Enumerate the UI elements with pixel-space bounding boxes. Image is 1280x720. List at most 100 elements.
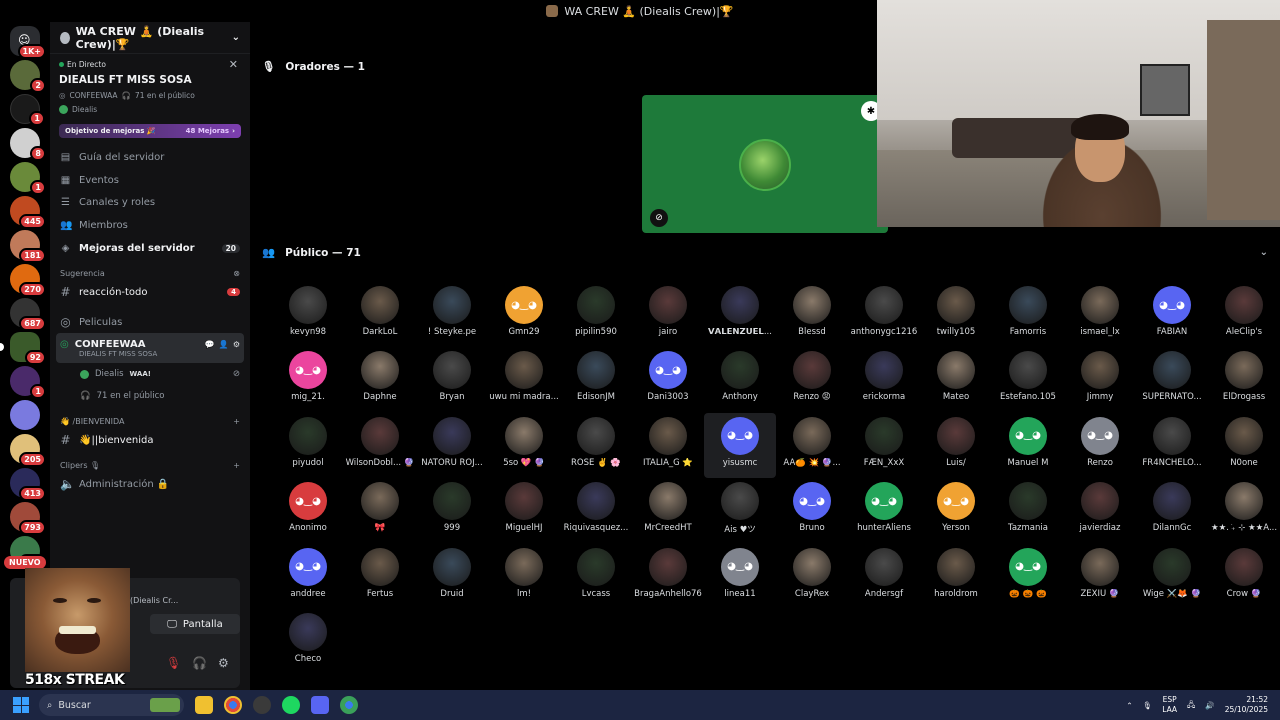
nav-channels-roles[interactable]: ☰ Canales y roles [50,191,250,214]
server-icon-2[interactable]: 1 [10,94,45,126]
audience-member[interactable]: ÑATORU ROJ... [416,413,488,478]
channel-bienvenida[interactable]: # 👋||bienvenida [50,429,250,451]
server-icon-9[interactable]: 92 [0,332,46,365]
share-screen-button[interactable]: 🖵 Pantalla [150,614,240,634]
server-icon-8[interactable]: 687 [10,298,46,331]
category-bienvenida[interactable]: 👋 /BIENVENIDA + [50,413,250,429]
audience-member[interactable]: ◕‿◕ Manuel M [992,413,1064,478]
clock[interactable]: 21:52 25/10/2025 [1225,695,1268,715]
nav-events[interactable]: ▦ Eventos [50,169,250,192]
dismiss-icon[interactable]: ⊗ [233,269,240,278]
audience-member[interactable]: ClayRex [776,544,848,609]
audience-member[interactable]: BragaAnhello76 [632,544,704,609]
category-clipers[interactable]: Clipers 🎙 + [50,457,250,473]
server-header[interactable]: WA CREW 🧘 (Diealis Crew)|🏆 ⌄ [50,22,250,54]
audience-member[interactable]: 🎀 [344,478,416,543]
live-stage-card[interactable]: En Directo ✕ DIEALIS FT MISS SOSA ◎ CONFE… [50,54,250,118]
audience-member[interactable]: erickorma [848,347,920,412]
audience-member[interactable]: Lvcass [560,544,632,609]
audience-member[interactable]: ROSE ✌️ 🌸 [560,413,632,478]
language-indicator[interactable]: ESP LAA [1162,695,1177,715]
audience-member[interactable]: SUPERÑATO... [1136,347,1208,412]
audience-member[interactable]: FÆN_XxX [848,413,920,478]
network-icon[interactable]: 🖧 [1187,699,1195,712]
audience-member[interactable]: Checo [272,609,344,674]
windows-start-icon[interactable] [13,697,29,713]
audience-member[interactable]: ! Steyke.pe [416,282,488,347]
boost-goal-bar[interactable]: Objetivo de mejoras 🎉 48 Mejoras › [59,124,241,138]
spotify-icon[interactable] [282,696,300,714]
server-icon-3[interactable]: 8 [10,128,46,161]
audience-member[interactable]: ◕‿◕ anddree [272,544,344,609]
server-icon-10[interactable]: 1 [10,366,46,399]
audience-member[interactable]: N0one [1208,413,1280,478]
audience-member[interactable]: EdisonJM [560,347,632,412]
audience-member[interactable]: ◕‿◕ FABIAN [1136,282,1208,347]
server-icon-13[interactable]: 413 [10,468,46,501]
audience-member[interactable]: DilannGc [1136,478,1208,543]
audience-member[interactable]: AA🍊 💥 🔮... [776,413,848,478]
direct-messages-button[interactable]: ☺ 1K+ [10,26,46,59]
server-icon-14[interactable]: 793 [10,502,46,535]
audience-member[interactable]: 999 [416,478,488,543]
audience-member[interactable]: pipilin590 [560,282,632,347]
audience-member[interactable]: Bryan [416,347,488,412]
close-icon[interactable]: ✕ [229,58,238,71]
audience-member[interactable]: DarkLoL [344,282,416,347]
audience-member[interactable]: MiguelHJ [488,478,560,543]
audience-member[interactable]: Estefano.105 [992,347,1064,412]
audience-member[interactable]: WilsonDobl... 🔮 [344,413,416,478]
chat-icon[interactable]: 💬 [205,340,215,349]
audience-member[interactable]: uwu mi madra... [488,347,560,412]
taskbar-search[interactable]: ⌕ Buscar [39,694,184,716]
audience-member[interactable]: javierdiaz [1064,478,1136,543]
audience-member[interactable]: ◕‿◕ linea11 [704,544,776,609]
audience-member[interactable]: ◕‿◕ Dani3003 [632,347,704,412]
channel-peliculas[interactable]: ◎ Peliculas [50,311,250,333]
audience-member[interactable]: Andersgf [848,544,920,609]
audience-member[interactable]: ismael_lx [1064,282,1136,347]
audience-member[interactable]: ◕‿◕ Anonimo [272,478,344,543]
audience-member[interactable]: piyudol [272,413,344,478]
audience-member[interactable]: Renzo 😡 [776,347,848,412]
server-icon-1[interactable]: 2 [10,60,46,93]
audience-member[interactable]: Jimmy [1064,347,1136,412]
audience-member[interactable]: ITALIA_G ⭐ [632,413,704,478]
headphones-icon[interactable]: 🎧 [192,656,207,670]
chevron-up-icon[interactable]: ⌃ [1126,701,1132,710]
audience-member[interactable]: Ais ♥ツ [704,478,776,543]
audience-member[interactable]: Famorris [992,282,1064,347]
file-explorer-icon[interactable] [195,696,213,714]
add-channel-icon[interactable]: + [233,417,240,426]
volume-icon[interactable]: 🔊 [1205,701,1214,710]
audience-member[interactable]: FR4NCHELO... [1136,413,1208,478]
server-icon-5[interactable]: 445 [10,196,46,229]
server-icon-7[interactable]: 270 [10,264,46,297]
audience-member[interactable]: Tazmania [992,478,1064,543]
audience-member[interactable]: ◕‿◕ 🎃 🎃 🎃 [992,544,1064,609]
audience-member[interactable]: ★★. ݁₊ ⊹ ★★A... [1208,478,1280,543]
audience-member[interactable]: ◕‿◕ yisusmc [704,412,776,479]
audience-member[interactable]: MrCreedHT [632,478,704,543]
audience-member[interactable]: Blessd [776,282,848,347]
audience-member[interactable]: anthonygc1216 [848,282,920,347]
audience-member[interactable]: ◕‿◕ hunterAliens [848,478,920,543]
nav-members[interactable]: 👥 Miembros [50,214,250,237]
mute-icon[interactable]: 🎙 [166,656,181,670]
audience-member[interactable]: Anthony [704,347,776,412]
audience-member[interactable]: ◕‿◕ Renzo [1064,413,1136,478]
audience-member[interactable]: Crow 🔮 [1208,544,1280,609]
add-channel-icon[interactable]: + [233,461,240,470]
audience-member[interactable]: AleClip's [1208,282,1280,347]
audience-member[interactable]: Wige ⚔️🦊 🔮 [1136,544,1208,609]
nav-server-boosts[interactable]: ◈ Mejoras del servidor 20 [50,237,250,260]
server-icon-11[interactable] [10,400,40,430]
audience-member[interactable]: ZEXIU 🔮 [1064,544,1136,609]
audience-member[interactable]: haroldrom [920,544,992,609]
microphone-icon[interactable]: 🎙 [1143,701,1153,710]
channel-reaccion-todo[interactable]: # reacción-todo 4 [50,281,250,303]
chevron-down-icon[interactable]: ⌄ [1260,247,1268,258]
nav-server-guide[interactable]: ▤ Guía del servidor [50,146,250,169]
server-icon-12[interactable]: 205 [10,434,46,467]
voice-member[interactable]: Diealis WAA! ⊘ [50,363,250,385]
